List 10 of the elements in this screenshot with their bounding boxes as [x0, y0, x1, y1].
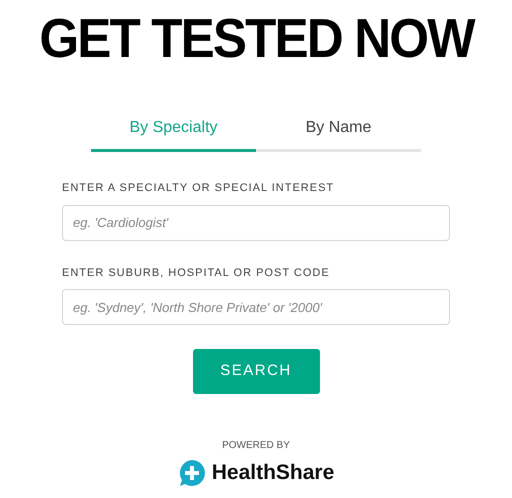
search-button[interactable]: SEARCH	[192, 349, 320, 394]
powered-by-text: POWERED BY	[222, 439, 290, 453]
field-label: ENTER SUBURB, HOSPITAL OR POST CODE	[62, 266, 331, 280]
headline: GET TESTED NOW	[38, 10, 474, 66]
input-field[interactable]: eg. 'Cardiologist'	[62, 204, 450, 240]
tab[interactable]: By Specialty	[91, 114, 256, 152]
field-label: ENTER A SPECIALTY OR SPECIAL INTEREST	[62, 181, 336, 196]
tab[interactable]: By Name	[256, 114, 421, 152]
input-field[interactable]: eg. 'Sydney', 'North Shore Private' or '2000'	[62, 289, 450, 325]
brand-name: HealthShare	[212, 460, 334, 486]
